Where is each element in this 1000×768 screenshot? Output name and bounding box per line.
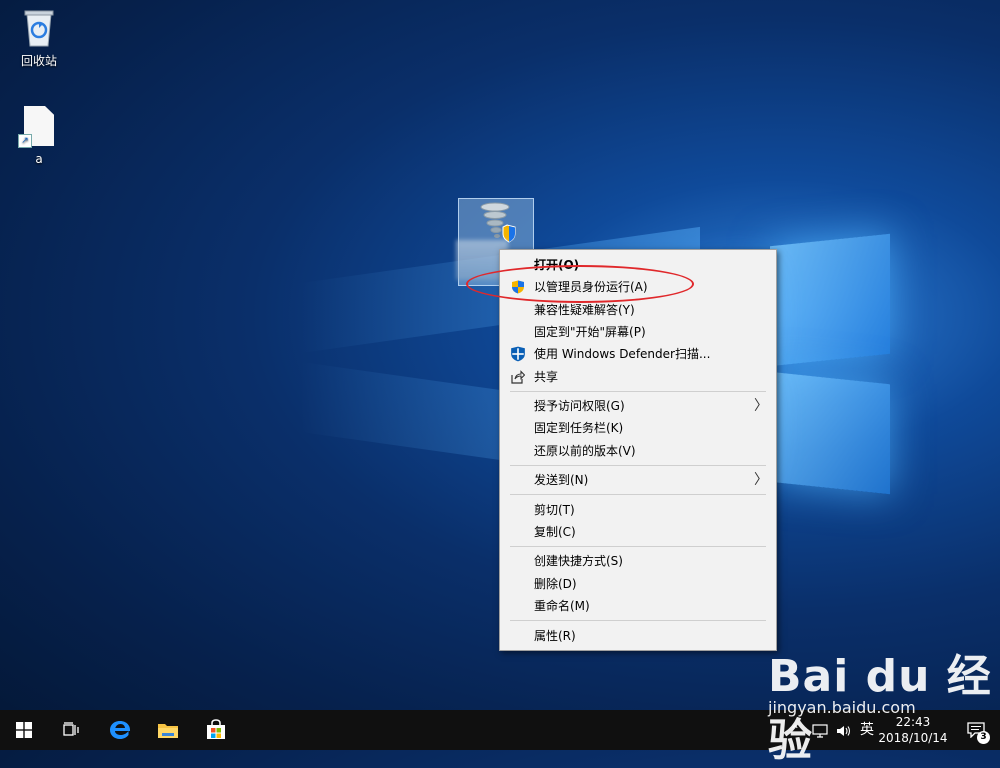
menu-item-restore-previous[interactable]: 还原以前的版本(V) <box>500 440 776 462</box>
file-explorer-button[interactable] <box>144 710 192 750</box>
store-icon <box>207 719 225 739</box>
chevron-right-icon: 〉 <box>754 398 768 414</box>
desktop-icon-label: a <box>35 152 43 166</box>
annotation-red-ellipse <box>466 265 694 303</box>
chevron-right-icon: 〉 <box>754 472 768 488</box>
shortcut-arrow-icon: ↗ <box>18 134 32 148</box>
menu-item-rename[interactable]: 重命名(M) <box>500 595 776 617</box>
edge-button[interactable] <box>96 710 144 750</box>
menu-item-copy[interactable]: 复制(C) <box>500 521 776 543</box>
menu-separator <box>510 494 766 495</box>
task-view-icon <box>63 722 79 736</box>
menu-item-pin-to-taskbar[interactable]: 固定到任务栏(K) <box>500 417 776 439</box>
file-explorer-icon <box>158 724 178 738</box>
menu-item-grant-access[interactable]: 授予访问权限(G) 〉 <box>500 395 776 417</box>
desktop-icon-recycle-bin[interactable]: 回收站 <box>4 8 74 69</box>
share-icon <box>511 370 525 384</box>
context-menu: 打开(O) 以管理员身份运行(A) 兼容性疑难解答(Y) 固定到"开始"屏幕(P… <box>499 249 777 651</box>
start-icon <box>16 722 32 738</box>
start-button[interactable] <box>0 710 48 750</box>
menu-item-troubleshoot-compat[interactable]: 兼容性疑难解答(Y) <box>500 299 776 321</box>
menu-item-cut[interactable]: 剪切(T) <box>500 499 776 521</box>
menu-item-properties[interactable]: 属性(R) <box>500 625 776 647</box>
task-view-button[interactable] <box>48 710 96 750</box>
menu-item-share[interactable]: 共享 <box>500 366 776 388</box>
recycle-bin-icon <box>24 10 54 47</box>
tornado-app-icon <box>480 202 516 243</box>
desktop-icon-file-a[interactable]: ↗ a <box>4 106 74 166</box>
menu-separator <box>510 546 766 547</box>
menu-item-send-to[interactable]: 发送到(N) 〉 <box>500 469 776 491</box>
menu-item-delete[interactable]: 删除(D) <box>500 573 776 595</box>
menu-separator <box>510 391 766 392</box>
menu-item-create-shortcut[interactable]: 创建快捷方式(S) <box>500 550 776 572</box>
menu-separator <box>510 465 766 466</box>
menu-item-defender-scan[interactable]: 使用 Windows Defender扫描... <box>500 343 776 365</box>
menu-separator <box>510 620 766 621</box>
watermark-url: jingyan.baidu.com <box>768 698 916 717</box>
desktop-icon-label: 回收站 <box>20 54 57 68</box>
store-button[interactable] <box>192 710 240 750</box>
defender-shield-icon <box>511 346 525 362</box>
menu-item-pin-to-start[interactable]: 固定到"开始"屏幕(P) <box>500 321 776 343</box>
baidu-jingyan-watermark: Bai du 经验 jingyan.baidu.com <box>768 640 1000 768</box>
edge-icon <box>110 721 131 739</box>
